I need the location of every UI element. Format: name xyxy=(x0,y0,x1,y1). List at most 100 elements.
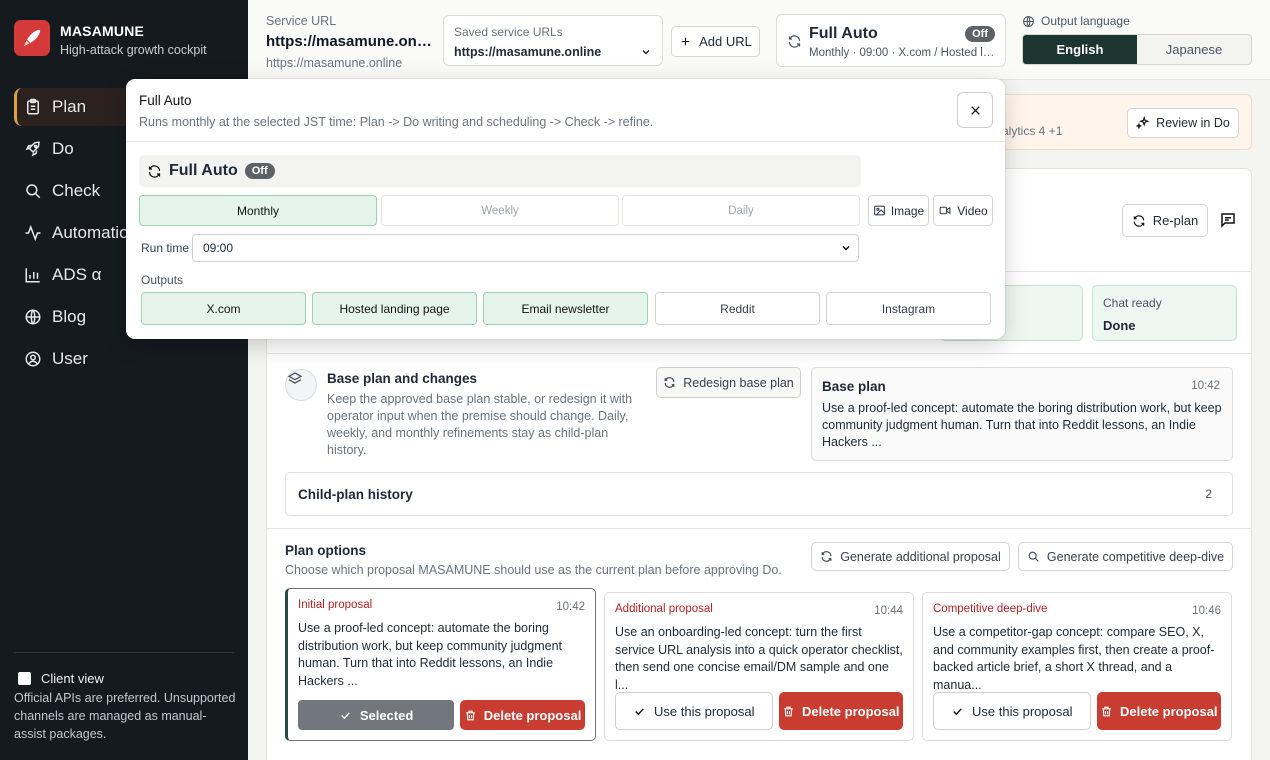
full-auto-status-badge: Off xyxy=(244,163,275,179)
plan-options-title: Plan options xyxy=(285,543,366,558)
frequency-daily[interactable]: Daily xyxy=(622,195,860,226)
bar-chart-icon xyxy=(25,268,40,283)
output-email-newsletter[interactable]: Email newsletter xyxy=(483,292,648,325)
delete-proposal-button[interactable]: Delete proposal xyxy=(1096,692,1221,730)
generate-competitive-deep-dive-label: Generate competitive deep-dive xyxy=(1046,549,1225,564)
full-auto-modal: Full Auto Runs monthly at the selected J… xyxy=(126,79,1005,339)
proposal-text: Use a competitor-gap concept: compare SE… xyxy=(933,625,1215,692)
child-plan-history-title: Child-plan history xyxy=(298,486,413,502)
banner-text: alytics 4 +1 xyxy=(1002,124,1063,138)
full-auto-toggle-title: Full Auto xyxy=(169,162,238,179)
sidebar-item-label: Do xyxy=(52,139,74,158)
use-proposal-button[interactable]: Use this proposal xyxy=(615,692,773,730)
base-plan-card: Base plan 10:42 Use a proof-led concept:… xyxy=(811,367,1233,461)
generate-additional-proposal-button[interactable]: Generate additional proposal xyxy=(811,542,1010,571)
user-circle-icon xyxy=(25,351,41,367)
output-x-com[interactable]: X.com xyxy=(141,292,306,325)
brand-tagline: High-attack growth cockpit xyxy=(60,43,207,57)
brand: MASAMUNE High-attack growth cockpit xyxy=(14,20,207,57)
check-icon xyxy=(635,707,644,715)
status-card-chat-ready: Chat ready Done xyxy=(1092,285,1237,341)
output-language: Output language English Japanese xyxy=(1022,14,1252,65)
review-in-do-button[interactable]: Review in Do xyxy=(1127,108,1239,138)
chevron-down-icon xyxy=(842,245,850,251)
client-view-toggle[interactable]: Client view xyxy=(18,671,104,686)
brand-logo-icon xyxy=(14,20,50,56)
output-instagram[interactable]: Instagram xyxy=(826,292,991,325)
redesign-base-plan-label: Redesign base plan xyxy=(683,375,794,390)
replan-button[interactable]: Re-plan xyxy=(1122,204,1208,237)
frequency-weekly[interactable]: Weekly xyxy=(381,195,619,226)
sidebar-item-label: ADS α xyxy=(52,265,102,284)
output-reddit[interactable]: Reddit xyxy=(655,292,820,325)
proposal-text: Use a proof-led concept: automate the bo… xyxy=(298,621,563,688)
full-auto-schedule: Monthly · 09:00 · X.com / Hosted landing… xyxy=(809,47,997,59)
sidebar-item-user[interactable]: User xyxy=(14,340,248,378)
divider xyxy=(267,528,1251,529)
search-icon xyxy=(26,184,41,199)
add-url-label: Add URL xyxy=(699,34,752,49)
run-time-select[interactable]: 09:00 xyxy=(192,234,859,262)
add-url-button[interactable]: Add URL xyxy=(671,26,760,57)
language-option-japanese[interactable]: Japanese xyxy=(1137,35,1251,64)
run-time-label: Run time xyxy=(141,241,190,255)
saved-urls-label: Saved service URLs xyxy=(454,25,563,39)
generate-competitive-deep-dive-button[interactable]: Generate competitive deep-dive xyxy=(1018,542,1233,571)
check-icon xyxy=(341,711,350,719)
refresh-icon xyxy=(821,551,832,562)
check-icon xyxy=(953,707,962,715)
use-proposal-button[interactable]: Use this proposal xyxy=(933,692,1091,730)
video-button[interactable]: Video xyxy=(933,195,993,226)
service-url-sub: https://masamune.online xyxy=(266,56,403,70)
delete-proposal-button[interactable]: Delete proposal xyxy=(778,692,903,730)
delete-proposal-label: Delete proposal xyxy=(802,703,900,719)
proposal-time: 10:44 xyxy=(874,605,903,617)
refresh-icon xyxy=(664,377,675,388)
run-time-value: 09:00 xyxy=(203,241,234,255)
child-plan-history[interactable]: Child-plan history 2 xyxy=(285,472,1233,516)
outputs-label: Outputs xyxy=(141,273,184,287)
plus-icon xyxy=(681,37,690,46)
image-button[interactable]: Image xyxy=(868,195,929,226)
full-auto-summary[interactable]: Full Auto Off Monthly · 09:00 · X.com / … xyxy=(776,14,1006,67)
output-language-label: Output language xyxy=(1041,14,1130,28)
base-plan-card-title: Base plan xyxy=(822,379,886,394)
base-plan-title: Base plan and changes xyxy=(327,371,478,386)
chat-button[interactable] xyxy=(1219,211,1237,232)
full-auto-toggle[interactable]: Full Auto Off xyxy=(139,155,861,187)
saved-urls-value: https://masamune.online xyxy=(454,45,602,59)
proposal-kind: Initial proposal xyxy=(298,599,373,611)
chevron-down-icon xyxy=(642,50,650,55)
plan-options-subtitle: Choose which proposal MASAMUNE should us… xyxy=(285,563,782,577)
use-proposal-label: Use this proposal xyxy=(654,703,755,719)
saved-urls-select[interactable]: Saved service URLs https://masamune.onli… xyxy=(443,15,663,66)
generate-additional-proposal-label: Generate additional proposal xyxy=(840,549,1001,564)
replan-label: Re-plan xyxy=(1152,213,1199,228)
selected-label: Selected xyxy=(359,707,414,723)
refresh-icon xyxy=(148,164,161,178)
proposal-card-competitive: Competitive deep-dive 10:46 Use a compet… xyxy=(922,592,1232,741)
proposal-text: Use an onboarding-led concept: turn the … xyxy=(615,625,903,692)
language-option-english[interactable]: English xyxy=(1023,35,1137,64)
top-bar: Service URL https://masamune.online http… xyxy=(248,0,1270,80)
modal-divider xyxy=(126,141,1005,142)
client-view-checkbox[interactable] xyxy=(18,672,31,685)
service-url: https://masamune.online xyxy=(266,33,432,50)
image-label: Image xyxy=(890,203,925,218)
output-hosted-landing-page[interactable]: Hosted landing page xyxy=(312,292,477,325)
image-icon xyxy=(873,205,885,216)
frequency-monthly[interactable]: Monthly xyxy=(139,195,377,226)
base-plan-section-icon xyxy=(285,369,317,401)
brand-name: MASAMUNE xyxy=(60,23,145,39)
sidebar-item-label: Plan xyxy=(52,97,87,116)
modal-subtitle: Runs monthly at the selected JST time: P… xyxy=(139,115,654,129)
delete-proposal-button[interactable]: Delete proposal xyxy=(460,700,585,730)
selected-proposal-button[interactable]: Selected xyxy=(298,700,455,730)
clipboard-icon xyxy=(27,98,39,115)
service-url-label: Service URL xyxy=(266,14,337,28)
refresh-icon xyxy=(1133,214,1144,227)
trash-icon xyxy=(784,706,793,716)
layers-icon xyxy=(287,372,303,384)
redesign-base-plan-button[interactable]: Redesign base plan xyxy=(656,367,801,398)
modal-close-button[interactable] xyxy=(957,92,993,128)
